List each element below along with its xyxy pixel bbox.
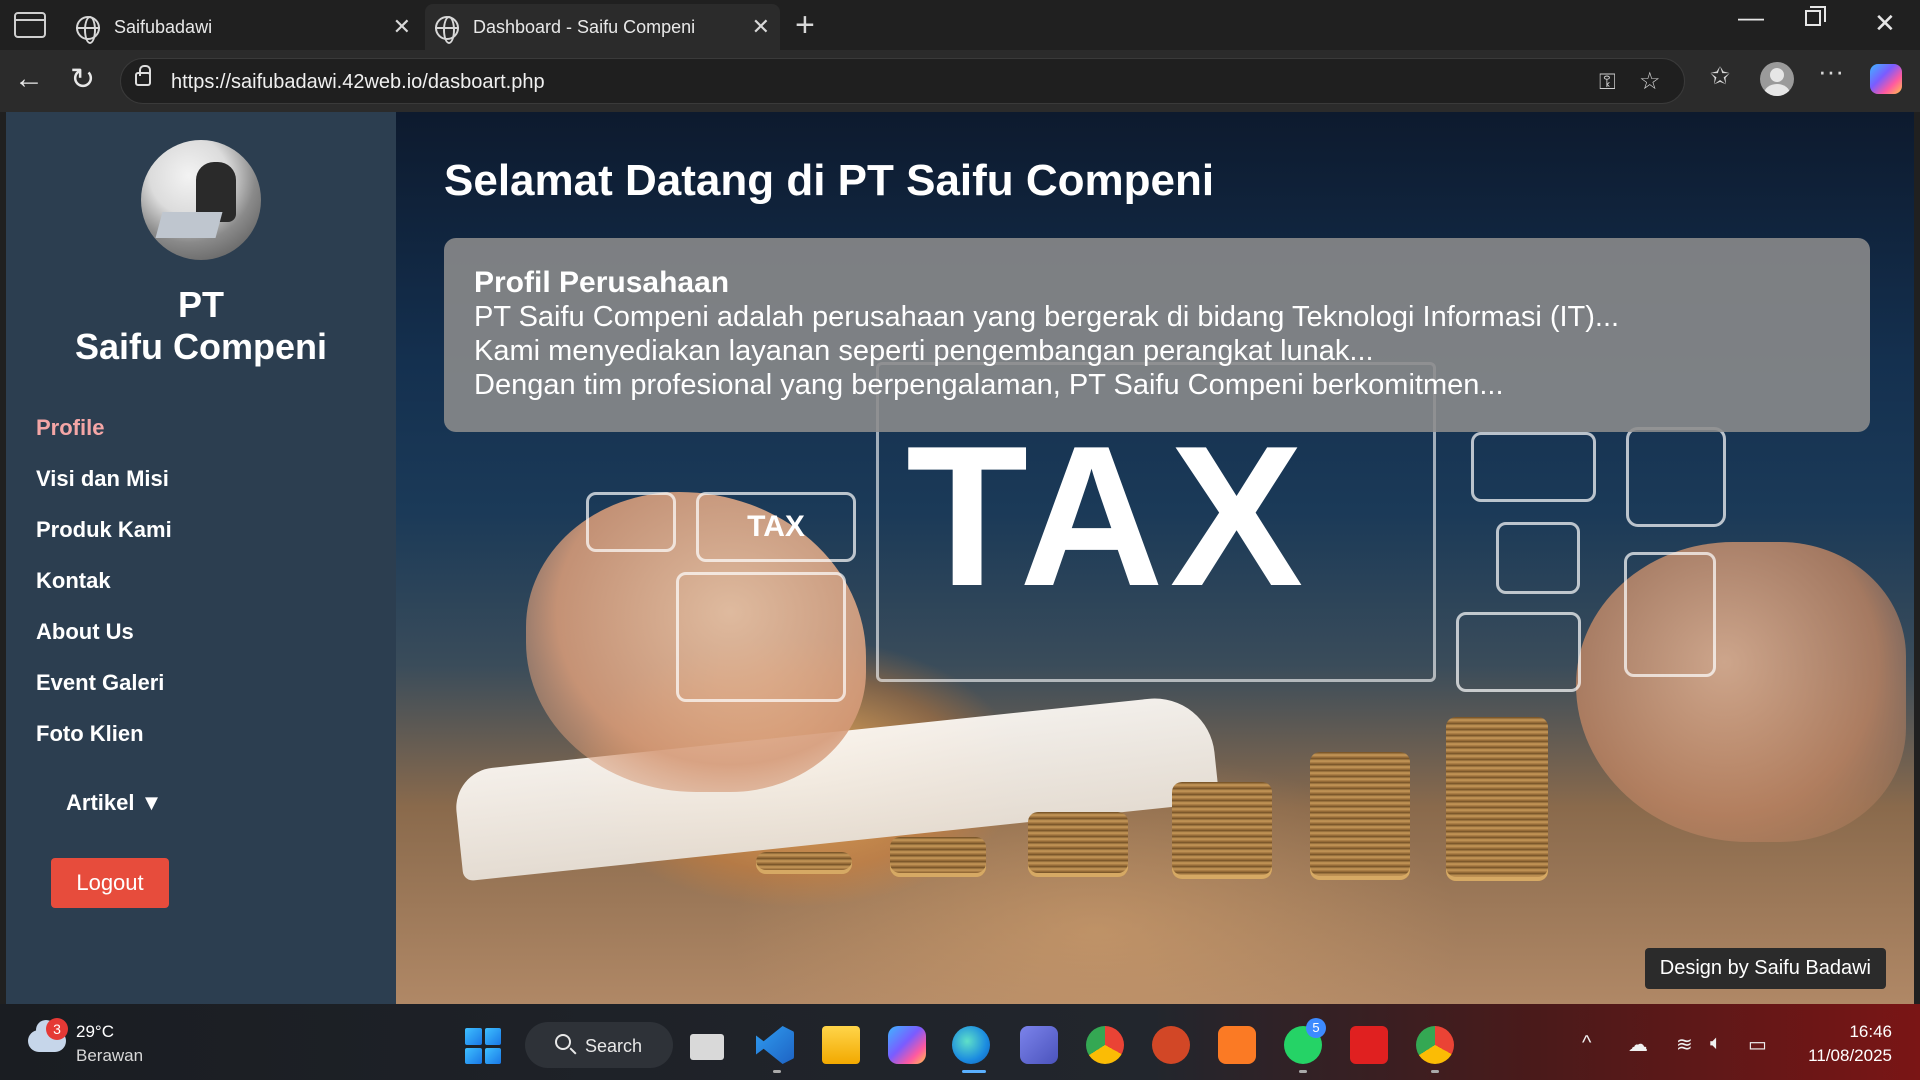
file-explorer-icon[interactable] [822, 1026, 860, 1064]
tab-saifubadawi[interactable]: Saifubadawi ✕ [66, 4, 421, 50]
tab-actions-icon[interactable] [14, 12, 46, 38]
sidebar-item-foto-klien[interactable]: Foto Klien [36, 708, 172, 759]
logout-button[interactable]: Logout [51, 858, 169, 908]
sidebar-item-event-galeri[interactable]: Event Galeri [36, 657, 172, 708]
sidebar-item-profile[interactable]: Profile [36, 402, 172, 453]
onedrive-icon[interactable]: ☁ [1628, 1032, 1648, 1057]
powerpoint-icon[interactable] [1152, 1026, 1190, 1064]
tab-title: Saifubadawi [114, 17, 213, 37]
weather-badge: 3 [46, 1018, 68, 1040]
tax-document-icon [1496, 522, 1580, 594]
start-button[interactable] [465, 1028, 501, 1064]
profile-heading: Profil Perusahaan [474, 266, 730, 299]
profile-line: PT Saifu Compeni adalah perusahaan yang … [474, 301, 1620, 333]
brand-line-1: PT [177, 284, 224, 325]
temperature: 29°C [76, 1022, 114, 1041]
invoice-percent-icon [1624, 552, 1716, 677]
chart-icon [676, 572, 846, 702]
task-view-icon[interactable] [690, 1034, 724, 1060]
copilot-icon[interactable] [1870, 64, 1902, 94]
profile-avatar[interactable] [1760, 62, 1794, 96]
sidebar-item-visi-misi[interactable]: Visi dan Misi [36, 453, 172, 504]
profile-line: Dengan tim profesional yang berpengalama… [474, 369, 1504, 401]
sidebar-item-produk[interactable]: Produk Kami [36, 504, 172, 555]
company-name: PT Saifu Compeni [6, 284, 396, 368]
vscode-icon[interactable] [756, 1026, 794, 1064]
tab-title: Dashboard - Saifu Compeni [473, 17, 696, 37]
clock-time: 16:46 [1849, 1022, 1892, 1041]
sidebar-menu: Profile Visi dan Misi Produk Kami Kontak… [36, 402, 172, 759]
browser-tab-bar: Saifubadawi ✕ Dashboard - Saifu Compeni … [0, 0, 1920, 50]
address-bar[interactable]: https://saifubadawi.42web.io/dasboart.ph… [120, 58, 1685, 104]
footer-credit: Design by Saifu Badawi [1644, 948, 1886, 989]
minimize-button[interactable]: — [1738, 2, 1764, 33]
favorite-star-icon[interactable]: ☆ [1639, 67, 1661, 96]
brand-line-2: Saifu Compeni [74, 326, 328, 367]
url-text[interactable]: https://saifubadawi.42web.io/dasboart.ph… [171, 71, 545, 94]
profile-line: Kami menyediakan layanan seperti pengemb… [474, 335, 1374, 367]
web-page: PT Saifu Compeni Profile Visi dan Misi P… [6, 112, 1914, 1004]
sidebar-item-about[interactable]: About Us [36, 606, 172, 657]
xampp-icon[interactable] [1218, 1026, 1256, 1064]
restore-button[interactable] [1805, 6, 1826, 26]
percent-hand-icon [1456, 612, 1581, 692]
hero-tax-text: TAX [906, 405, 1310, 628]
close-tab-icon[interactable]: ✕ [393, 14, 411, 40]
reload-button[interactable]: ↻ [70, 62, 95, 97]
close-tab-icon[interactable]: ✕ [752, 14, 770, 40]
teams-icon[interactable] [1020, 1026, 1058, 1064]
calculator-icon [1471, 432, 1596, 502]
battery-icon[interactable]: ▭ [1748, 1032, 1767, 1057]
globe-icon [76, 16, 100, 44]
more-options-icon[interactable]: ··· [1818, 56, 1844, 87]
copilot-app-icon[interactable] [888, 1026, 926, 1064]
wifi-icon[interactable]: ≋ [1676, 1032, 1693, 1057]
show-hidden-icons[interactable]: ^ [1582, 1032, 1591, 1055]
close-window-button[interactable]: ✕ [1874, 8, 1896, 39]
clock-date: 11/08/2025 [1808, 1046, 1892, 1065]
new-tab-button[interactable]: + [795, 6, 815, 45]
lock-icon[interactable] [135, 65, 151, 86]
weather-condition: Berawan [76, 1046, 144, 1065]
wps-office-icon[interactable] [1350, 1026, 1388, 1064]
artikel-dropdown[interactable]: Artikel ▼ [66, 790, 162, 816]
favorites-icon[interactable]: ✩ [1710, 62, 1730, 91]
main-content: TAX TAX Selamat Datang di PT Saifu Compe… [396, 112, 1914, 1004]
company-profile-card: Profil Perusahaan PT Saifu Compeni adala… [444, 238, 1870, 432]
tab-dashboard[interactable]: Dashboard - Saifu Compeni ✕ [425, 4, 780, 50]
volume-icon[interactable]: 🔈︎ [1710, 1032, 1722, 1055]
sidebar-item-kontak[interactable]: Kontak [36, 555, 172, 606]
back-button[interactable]: ← [14, 62, 44, 96]
globe-icon [435, 16, 459, 44]
tax-tag-icon: TAX [696, 492, 856, 562]
page-title: Selamat Datang di PT Saifu Compeni [444, 156, 1215, 205]
browser-toolbar: ← ↻ https://saifubadawi.42web.io/dasboar… [0, 50, 1920, 112]
whatsapp-badge: 5 [1306, 1018, 1326, 1038]
chrome-icon[interactable] [1086, 1026, 1124, 1064]
card-icon [586, 492, 676, 552]
company-logo [141, 140, 261, 260]
search-label: Search [585, 1036, 643, 1056]
clock-percent-icon [1626, 427, 1726, 527]
key-icon[interactable]: ⚿ [1599, 69, 1616, 95]
chrome-profile-icon[interactable] [1416, 1026, 1454, 1064]
search-icon [555, 1034, 571, 1050]
taskbar: 3 29°C Berawan Search 5 ^ ☁ ≋ 🔈︎ ▭ 16:46… [0, 1004, 1920, 1080]
edge-icon[interactable] [952, 1026, 990, 1064]
taskbar-search[interactable]: Search [525, 1022, 673, 1068]
system-clock[interactable]: 16:46 11/08/2025 [1792, 1020, 1892, 1068]
sidebar: PT Saifu Compeni Profile Visi dan Misi P… [6, 112, 396, 1004]
